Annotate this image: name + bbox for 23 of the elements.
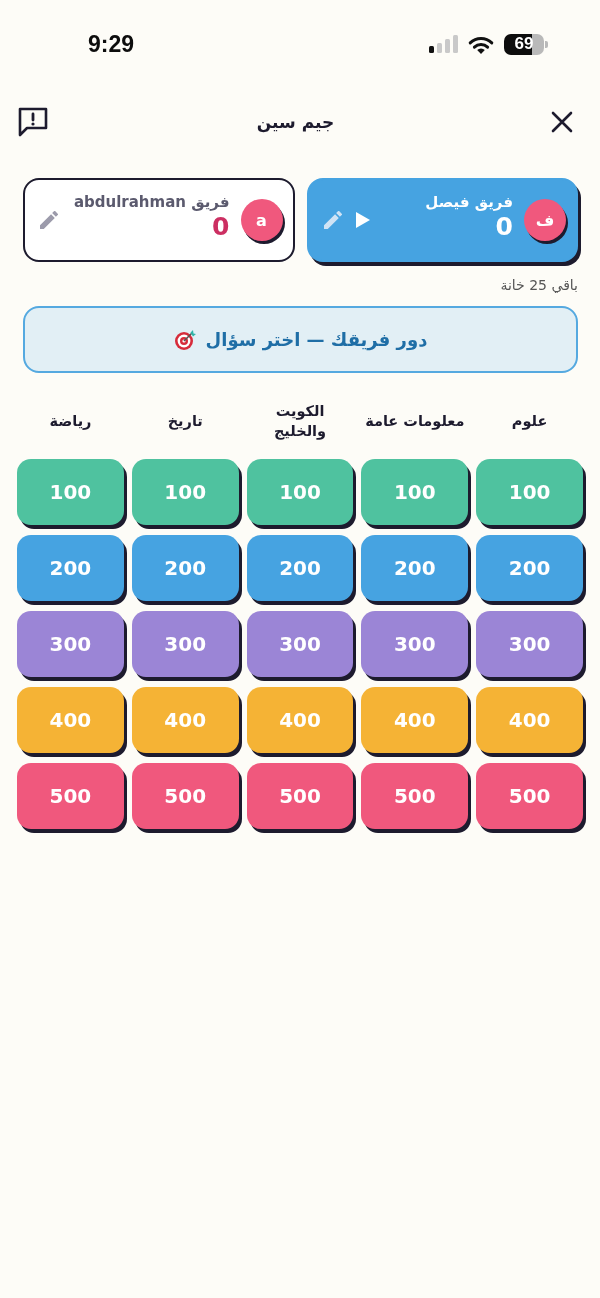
wifi-icon — [468, 34, 494, 54]
feedback-icon[interactable] — [18, 107, 48, 137]
pencil-icon[interactable] — [323, 211, 342, 229]
category-title: الكويت والخليج — [272, 402, 328, 441]
clock-time: 9:29 — [88, 30, 135, 58]
pencil-icon[interactable] — [40, 211, 58, 229]
team-avatar: ف — [524, 199, 566, 241]
screen-title: جيم سين — [256, 112, 335, 132]
target-icon — [173, 328, 196, 351]
team-name: فريق فيصل — [425, 192, 513, 212]
category-title: رياضة — [49, 412, 92, 431]
turn-message: دور فريقك — اختر سؤال — [205, 329, 428, 350]
signal-icon — [429, 35, 458, 53]
category-title: علوم — [511, 412, 548, 431]
team-name: فريق abdulrahman — [73, 192, 230, 212]
remaining-count: باقي 25 خانة — [500, 276, 578, 294]
close-icon[interactable] — [551, 111, 573, 133]
team-avatar: a — [240, 199, 283, 241]
category-title: تاريخ — [167, 412, 203, 431]
team-score: 0 — [495, 212, 513, 242]
team-score: 0 — [212, 212, 230, 242]
category-title: معلومات عامة — [365, 412, 465, 431]
play-icon[interactable] — [355, 212, 370, 228]
